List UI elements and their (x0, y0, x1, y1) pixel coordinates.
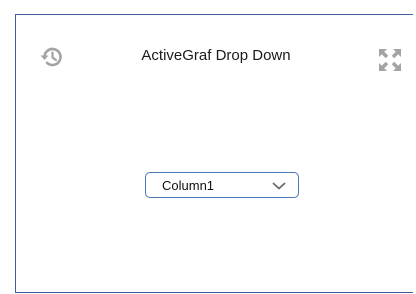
chevron-down-icon (272, 179, 286, 191)
widget-header: ActiveGraf Drop Down (16, 15, 413, 105)
dropdown-selected-value: Column1 (162, 178, 215, 193)
widget-title: ActiveGraf Drop Down (141, 47, 291, 64)
expand-icon[interactable] (376, 46, 404, 74)
column-dropdown[interactable]: Column1 (145, 172, 299, 198)
history-icon[interactable] (38, 43, 66, 71)
widget-frame: ActiveGraf Drop Down Column1 (15, 14, 413, 293)
